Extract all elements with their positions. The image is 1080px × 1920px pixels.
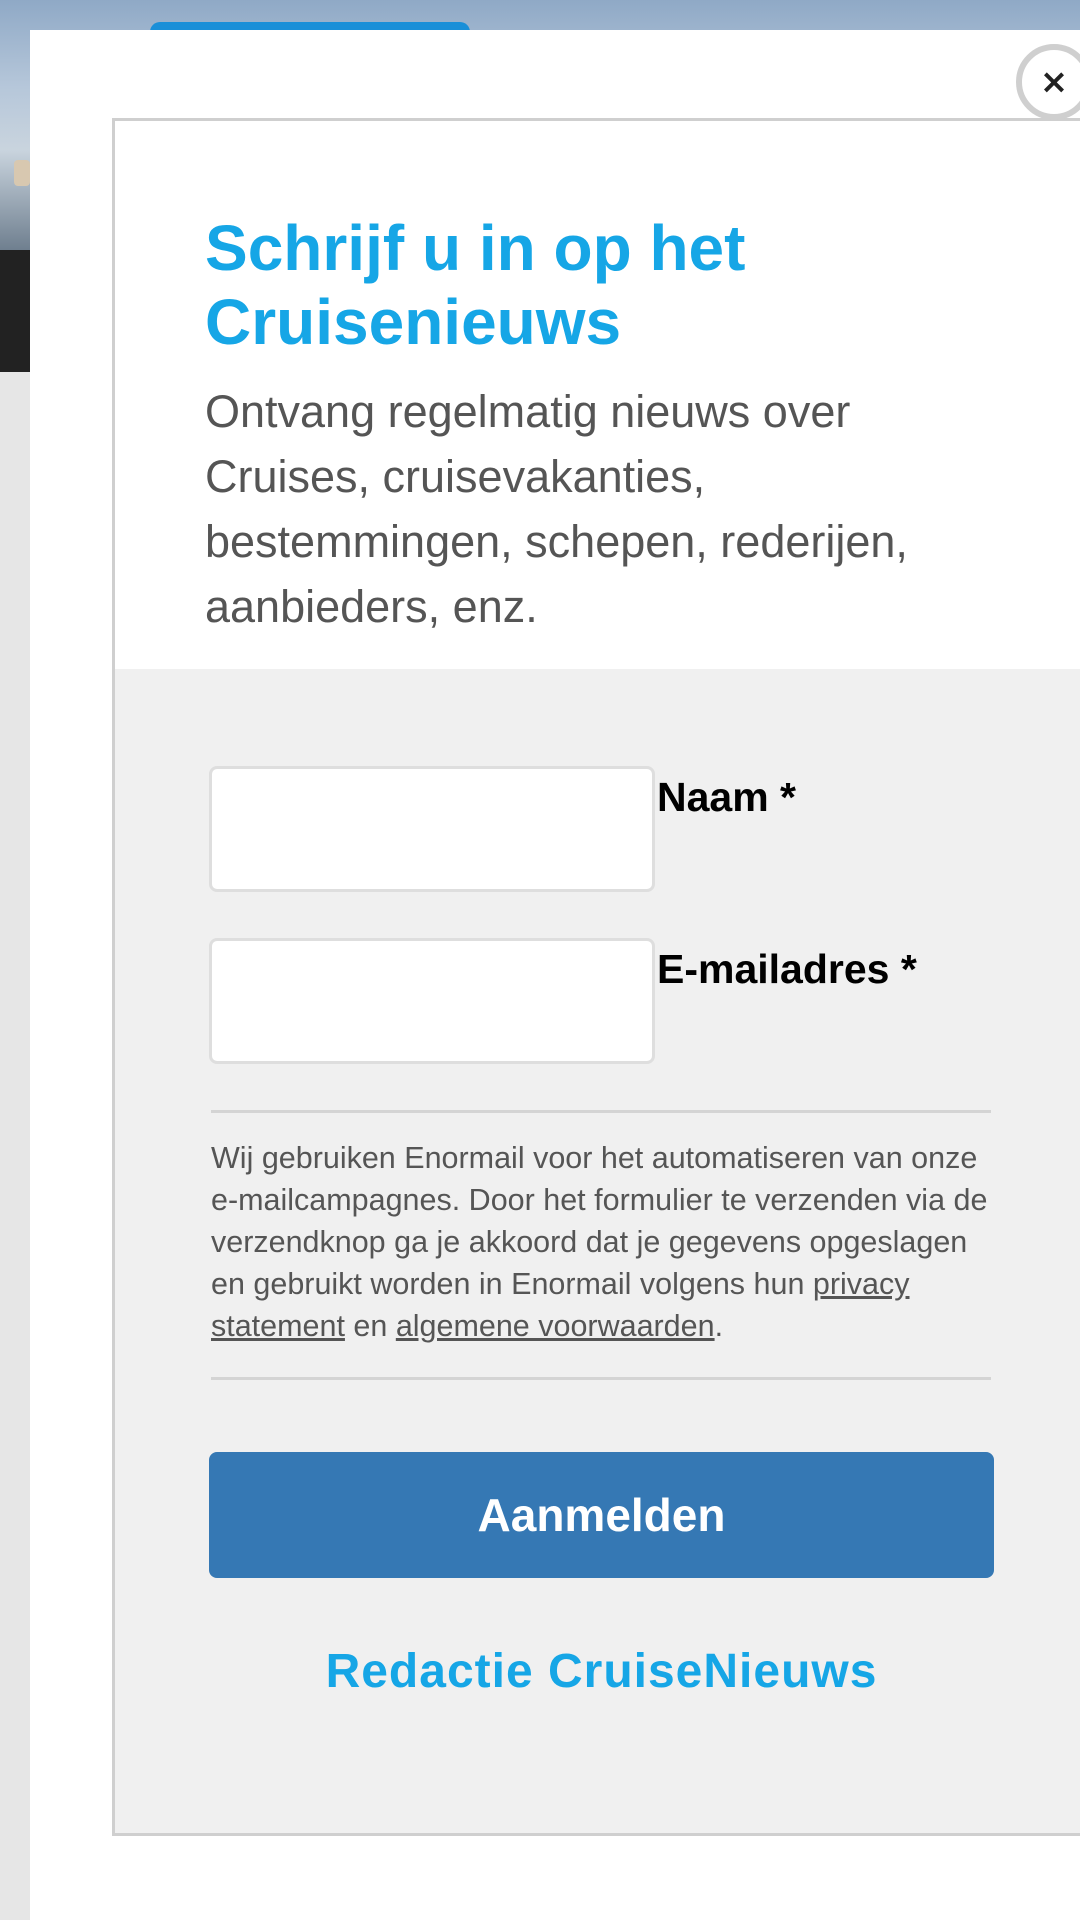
terms-link[interactable]: algemene voorwaarden — [396, 1309, 715, 1343]
modal-subtitle: Ontvang regelmatig nieuws over Cruises, … — [205, 386, 908, 632]
signup-form-panel: Schrijf u in op het Cruisenieuws Ontvang… — [112, 118, 1080, 1836]
email-input[interactable] — [209, 938, 655, 1064]
signup-form: Naam * E-mailadres * Wij gebruiken Enorm… — [115, 669, 1080, 1699]
consent-divider-top — [211, 1110, 991, 1113]
modal-title: Schrijf u in op het Cruisenieuws — [205, 212, 746, 358]
signature: Redactie CruiseNieuws — [325, 1645, 878, 1698]
name-field-row: Naam * — [209, 766, 1080, 892]
name-label: Naam * — [657, 774, 797, 820]
consent-text: Wij gebruiken Enormail voor het automati… — [211, 1137, 991, 1347]
signup-modal: Schrijf u in op het Cruisenieuws Ontvang… — [30, 30, 1080, 1920]
modal-header: Schrijf u in op het Cruisenieuws Ontvang… — [115, 121, 1080, 669]
email-label: E-mailadres * — [657, 946, 917, 992]
close-icon: × — [1039, 62, 1069, 102]
consent-divider-bottom — [211, 1377, 991, 1380]
consent-text-after: . — [714, 1309, 724, 1343]
submit-button[interactable]: Aanmelden — [209, 1452, 994, 1578]
email-field-row: E-mailadres * — [209, 938, 1080, 1064]
name-input[interactable] — [209, 766, 655, 892]
background-figure — [14, 160, 30, 186]
consent-text-middle: en — [344, 1309, 396, 1343]
